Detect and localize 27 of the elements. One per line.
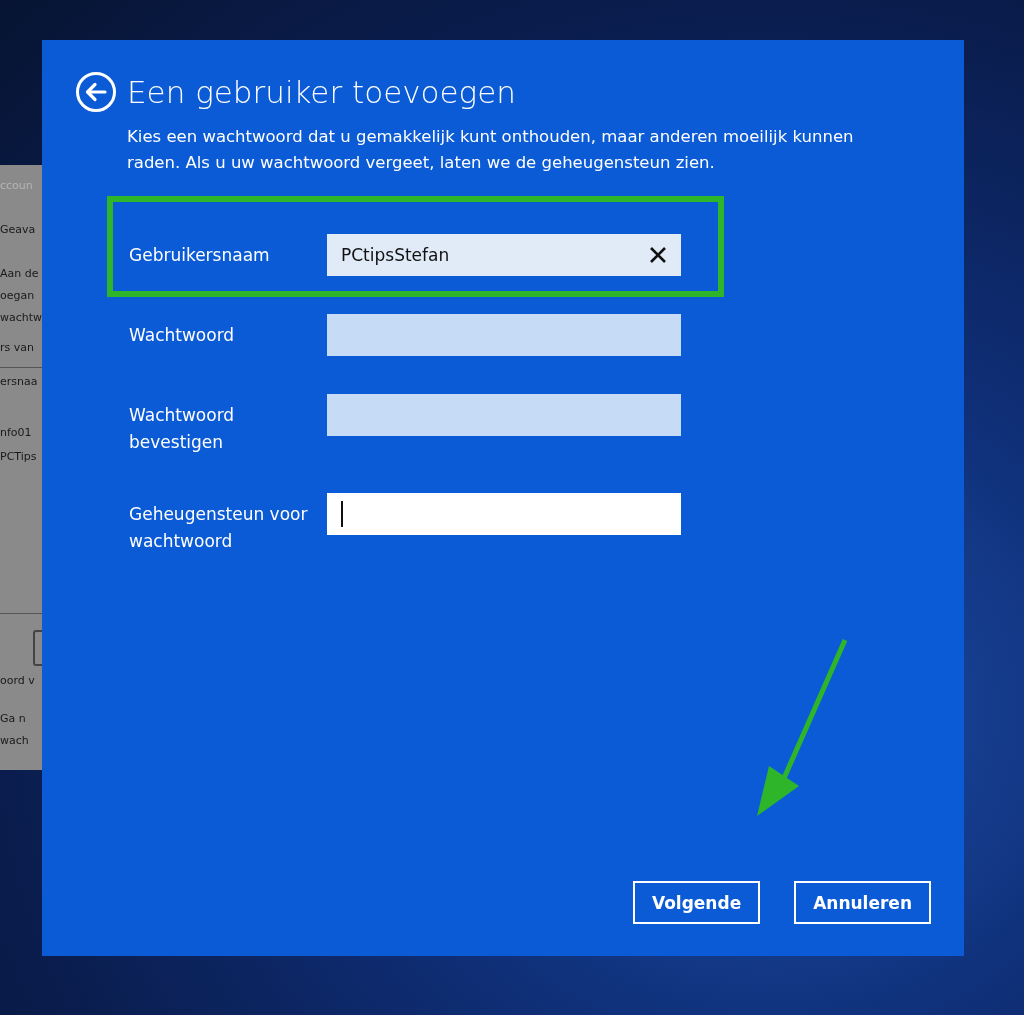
window-text: wachtw <box>0 311 43 324</box>
window-text: oegan <box>0 289 35 302</box>
clear-icon[interactable] <box>649 246 667 264</box>
description-text: Kies een wachtwoord dat u gemakkelijk kunt onthouden, maar anderen moeilijk kunnen raden. Als u uw wachtwoord vergeet, laten we de geheugensteun zien. <box>127 126 855 174</box>
username-field[interactable]: PCtipsStefan <box>327 234 681 276</box>
window-text: ersnaa <box>0 375 38 388</box>
window-text: Geava <box>0 223 36 236</box>
window-text: Aan de <box>0 267 39 280</box>
field-label: Wachtwoord bevestigen <box>129 404 236 454</box>
window-text: PCTips <box>0 450 37 463</box>
field-value: PCtipsStefan <box>341 245 451 265</box>
window-text: oord v <box>0 674 35 687</box>
field-label: Gebruikersnaam <box>129 244 271 267</box>
cancel-button[interactable]: Annuleren <box>794 881 931 924</box>
window-text: rs van <box>0 341 34 354</box>
next-button[interactable]: Volgende <box>632 881 761 924</box>
password-field[interactable] <box>327 394 681 436</box>
hint-field[interactable] <box>327 493 681 535</box>
window-text: Ga n <box>0 712 26 725</box>
field-label: Geheugensteun voor wachtwoord <box>129 503 309 553</box>
window-text: wach <box>0 734 29 747</box>
password-field[interactable] <box>327 314 681 356</box>
field-label: Wachtwoord <box>129 324 236 347</box>
dialog-title: Een gebruiker toevoegen <box>127 74 516 110</box>
back-icon[interactable] <box>75 71 117 113</box>
text-cursor <box>341 501 343 527</box>
window-text: nfo01 <box>0 426 32 439</box>
